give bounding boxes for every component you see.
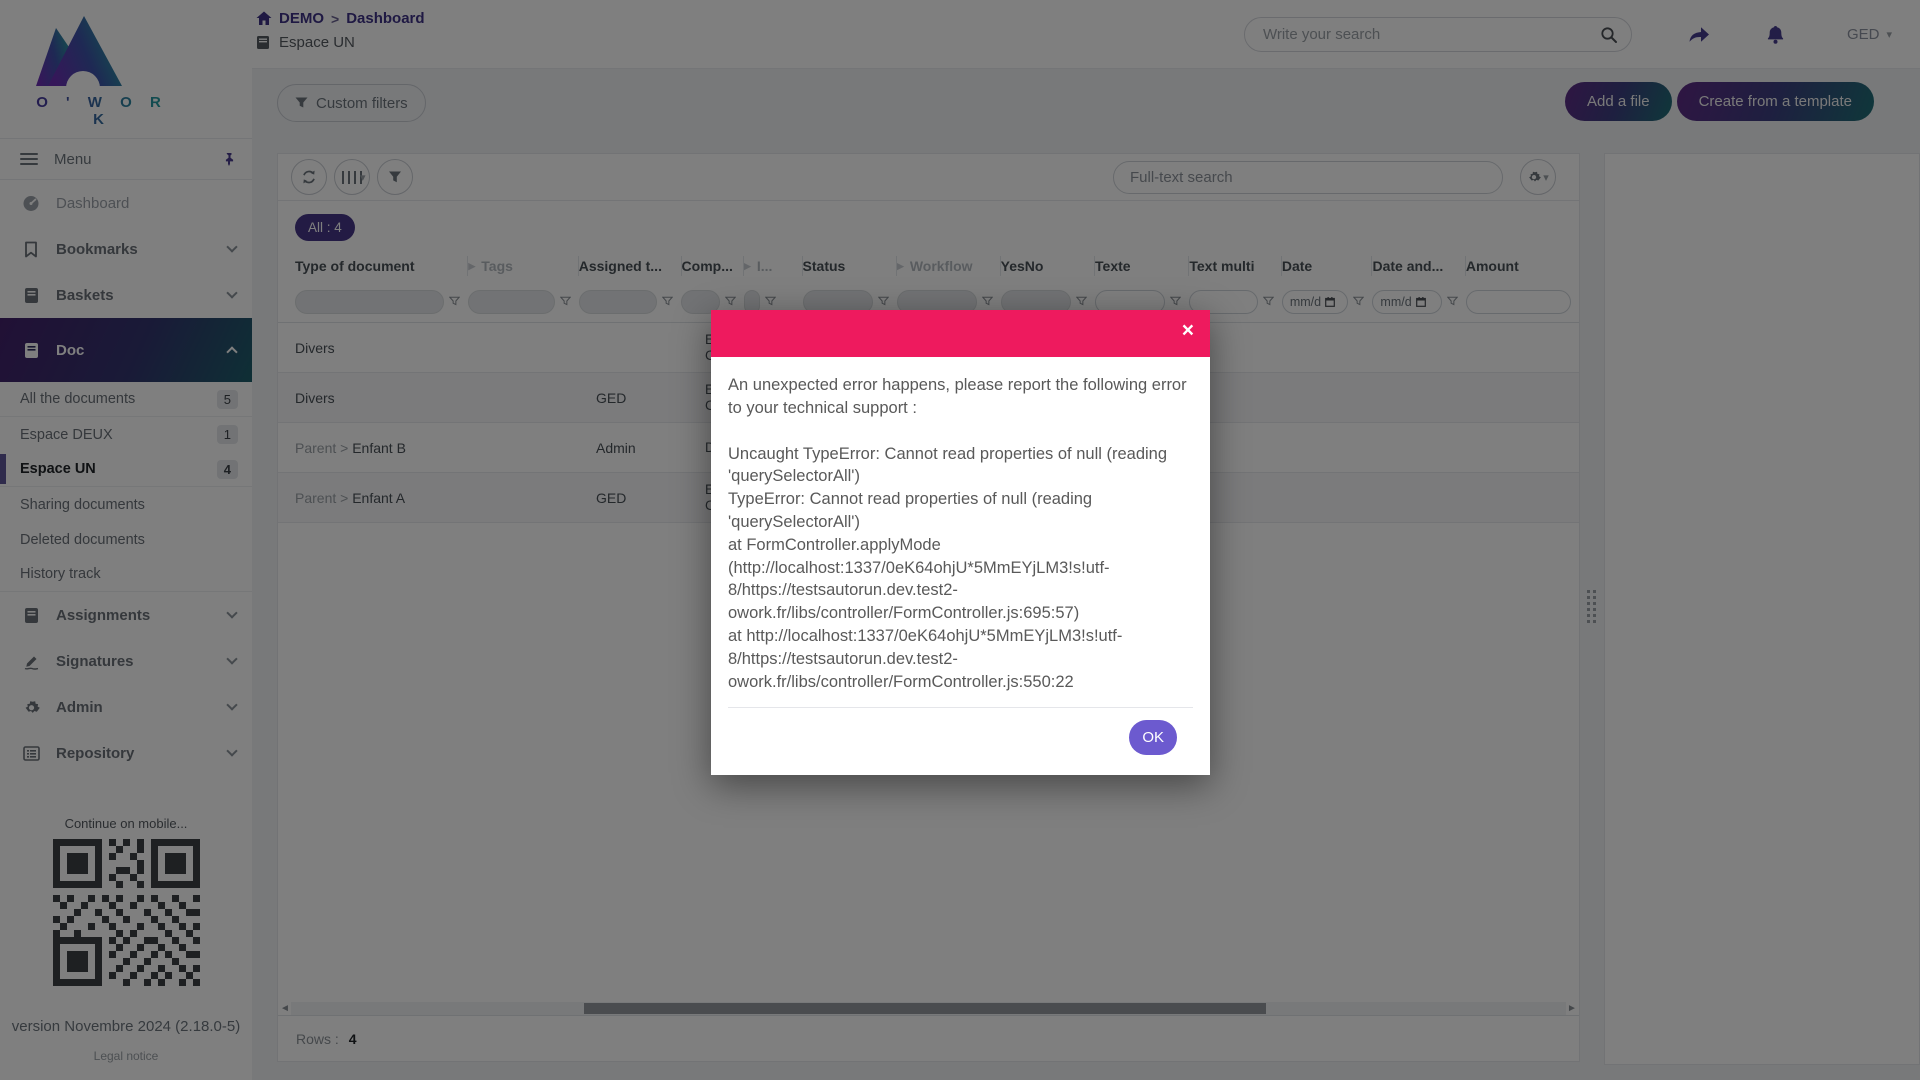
error-modal-body: An unexpected error happens, please repo… [711,357,1210,775]
error-modal-footer: OK [728,707,1193,769]
error-modal: × An unexpected error happens, please re… [711,310,1210,775]
error-intro-text: An unexpected error happens, please repo… [728,374,1193,420]
ok-button[interactable]: OK [1129,720,1177,755]
error-modal-header: × [711,310,1210,357]
error-stacktrace-text: Uncaught TypeError: Cannot read properti… [728,443,1193,694]
close-icon[interactable]: × [1182,320,1194,341]
